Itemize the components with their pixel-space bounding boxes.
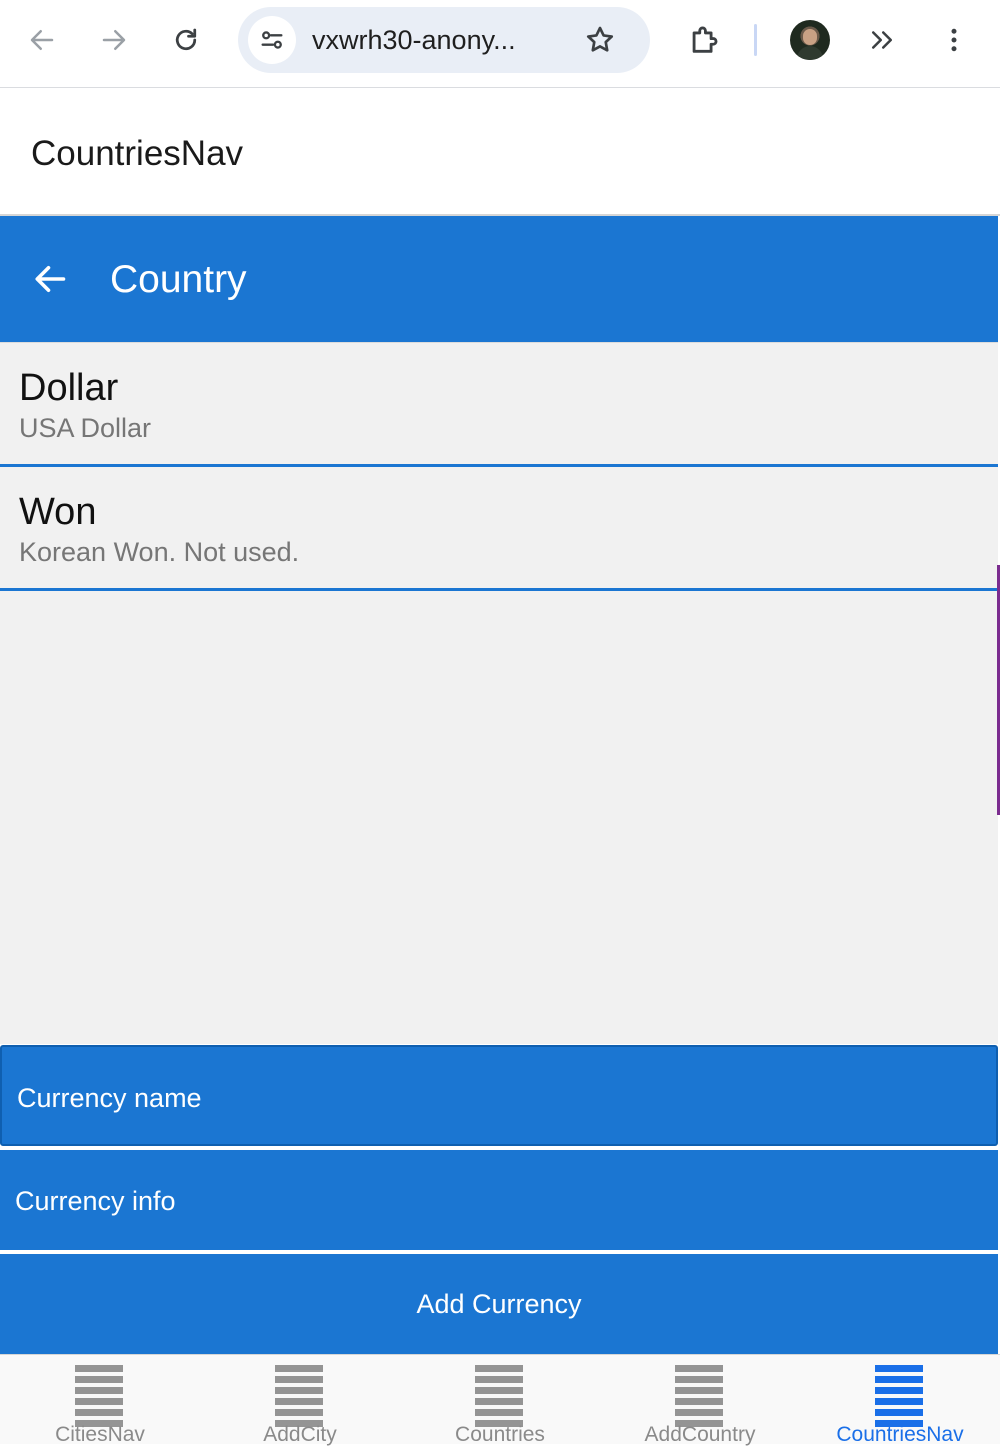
star-icon[interactable]	[578, 22, 622, 58]
reload-icon[interactable]	[162, 16, 210, 64]
page-title: Country	[110, 258, 247, 301]
currency-info: USA Dollar	[19, 413, 152, 443]
forward-arrow-icon[interactable]	[90, 16, 138, 64]
avatar[interactable]	[790, 20, 830, 60]
list-icon	[275, 1365, 323, 1427]
list-icon	[75, 1365, 123, 1427]
app-title: CountriesNav	[31, 134, 244, 173]
list-icon	[675, 1365, 723, 1427]
tab-label: AddCity	[263, 1423, 337, 1446]
back-arrow-icon[interactable]	[18, 16, 66, 64]
list-icon	[475, 1365, 523, 1427]
extensions-icon[interactable]	[680, 16, 728, 64]
back-arrow-icon[interactable]	[28, 259, 72, 299]
currency-list: Dollar USA Dollar Won Korean Won. Not us…	[0, 342, 998, 1044]
toolbar-divider	[754, 24, 757, 56]
currency-info-input[interactable]: Currency info	[0, 1150, 998, 1250]
tab-label: AddCountry	[644, 1423, 756, 1446]
tab-addcity[interactable]: AddCity	[200, 1355, 400, 1446]
page-toolbar: Country	[0, 216, 998, 342]
kebab-menu-icon[interactable]	[930, 16, 978, 64]
list-icon	[875, 1365, 923, 1427]
currency-name-placeholder: Currency name	[17, 1083, 202, 1113]
tab-countriesnav[interactable]: CountriesNav	[800, 1355, 1000, 1446]
tab-label: CountriesNav	[836, 1423, 964, 1446]
tune-icon[interactable]	[248, 16, 296, 64]
currency-info: Korean Won. Not used.	[19, 537, 300, 567]
tab-label: CitiesNav	[55, 1423, 145, 1446]
tab-label: Countries	[455, 1423, 545, 1446]
add-currency-button[interactable]: Add Currency	[0, 1254, 998, 1354]
tab-countries[interactable]: Countries	[400, 1355, 600, 1446]
currency-name-input[interactable]: Currency name	[0, 1045, 998, 1146]
tab-citiesnav[interactable]: CitiesNav	[0, 1355, 200, 1446]
browser-toolbar: vxwrh30-anony...	[0, 0, 1000, 88]
list-item[interactable]: Dollar USA Dollar	[0, 343, 998, 467]
address-bar[interactable]: vxwrh30-anony...	[238, 7, 650, 73]
bottom-tab-bar: CitiesNav AddCity Countries AddCountry C…	[0, 1354, 1000, 1446]
currency-name: Dollar	[19, 367, 119, 409]
app-header: CountriesNav	[0, 88, 1000, 216]
list-item[interactable]: Won Korean Won. Not used.	[0, 467, 998, 591]
url-text[interactable]: vxwrh30-anony...	[312, 25, 516, 56]
currency-name: Won	[19, 491, 97, 533]
tab-addcountry[interactable]: AddCountry	[600, 1355, 800, 1446]
currency-info-placeholder: Currency info	[15, 1186, 176, 1216]
chevron-double-right-icon[interactable]	[858, 16, 906, 64]
